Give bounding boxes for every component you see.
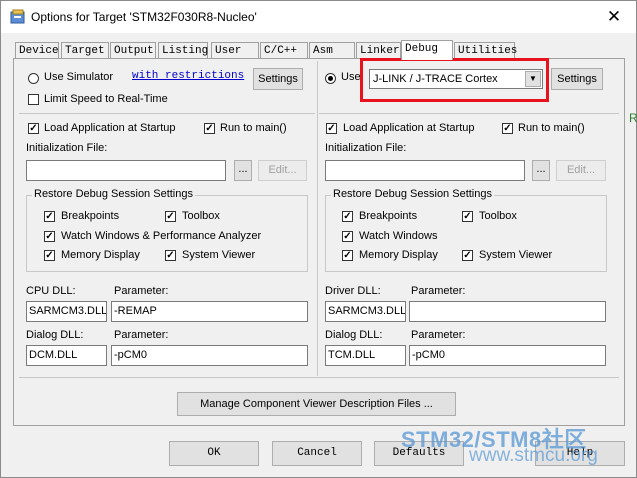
red-highlight-box xyxy=(360,58,549,102)
limit-speed-label: Limit Speed to Real-Time xyxy=(44,93,168,105)
left-breakpoints-checkbox[interactable]: ✓ xyxy=(44,211,55,222)
ok-button[interactable]: OK xyxy=(169,441,259,466)
left-dialog-dll-label: Dialog DLL: xyxy=(26,329,84,341)
driver-parameter-field[interactable] xyxy=(409,301,606,322)
left-dialog-parameter-field[interactable]: -pCM0 xyxy=(111,345,308,366)
right-load-app-label: Load Application at Startup xyxy=(343,122,475,134)
tab-utilities[interactable]: Utilities xyxy=(454,42,517,58)
left-dialog-dll-field[interactable]: DCM.DLL xyxy=(26,345,107,366)
left-init-file-input[interactable] xyxy=(26,160,226,181)
right-toolbox-checkbox[interactable]: ✓ xyxy=(462,211,473,222)
right-init-file-label: Initialization File: xyxy=(325,142,407,154)
left-load-app-label: Load Application at Startup xyxy=(44,122,176,134)
left-memory-checkbox[interactable]: ✓ xyxy=(44,250,55,261)
limit-speed-checkbox[interactable] xyxy=(28,94,39,105)
tab-asm[interactable]: Asm xyxy=(309,42,355,58)
right-edit-button[interactable]: Edit... xyxy=(556,160,606,181)
right-watch-label: Watch Windows xyxy=(359,230,438,242)
left-run-to-main-checkbox[interactable]: ✓ xyxy=(204,123,215,134)
right-breakpoints-label: Breakpoints xyxy=(359,210,418,222)
driver-dll-field[interactable]: SARMCM3.DLL xyxy=(325,301,406,322)
manage-component-viewer-button[interactable]: Manage Component Viewer Description File… xyxy=(177,392,456,416)
left-restore-group-title: Restore Debug Session Settings xyxy=(32,188,195,200)
left-toolbox-checkbox[interactable]: ✓ xyxy=(165,211,176,222)
right-browse-button[interactable]: ... xyxy=(532,160,550,181)
left-system-viewer-checkbox[interactable]: ✓ xyxy=(165,250,176,261)
simulator-settings-button[interactable]: Settings xyxy=(253,68,303,90)
right-restore-group-title: Restore Debug Session Settings xyxy=(331,188,494,200)
left-browse-button[interactable]: ... xyxy=(234,160,252,181)
right-breakpoints-checkbox[interactable]: ✓ xyxy=(342,211,353,222)
tab-linker[interactable]: Linker xyxy=(356,42,401,58)
background-text-fragment: R xyxy=(629,111,637,125)
left-init-file-label: Initialization File: xyxy=(26,142,108,154)
watermark-line2: www.stmcu.org xyxy=(469,445,598,466)
right-toolbox-label: Toolbox xyxy=(479,210,517,222)
tab-debug[interactable]: Debug xyxy=(401,40,453,60)
left-memory-label: Memory Display xyxy=(61,249,140,261)
right-watch-checkbox[interactable]: ✓ xyxy=(342,231,353,242)
keil-app-icon xyxy=(10,9,25,24)
right-dialog-parameter-label: Parameter: xyxy=(411,329,466,341)
left-watch-label: Watch Windows & Performance Analyzer xyxy=(61,230,262,242)
window-title: Options for Target 'STM32F030R8-Nucleo' xyxy=(31,10,257,24)
left-top-divider xyxy=(19,113,315,114)
right-top-divider xyxy=(319,113,619,114)
left-run-to-main-label: Run to main() xyxy=(220,122,287,134)
left-breakpoints-label: Breakpoints xyxy=(61,210,120,222)
cpu-dll-field[interactable]: SARMCM3.DLL xyxy=(26,301,107,322)
left-system-viewer-label: System Viewer xyxy=(182,249,256,261)
tab-target[interactable]: Target xyxy=(61,42,109,58)
cpu-parameter-field[interactable]: -REMAP xyxy=(111,301,308,322)
driver-settings-button[interactable]: Settings xyxy=(551,68,603,90)
right-system-viewer-label: System Viewer xyxy=(479,249,553,261)
right-run-to-main-checkbox[interactable]: ✓ xyxy=(502,123,513,134)
tab-output[interactable]: Output xyxy=(110,42,156,58)
driver-parameter-label: Parameter: xyxy=(411,285,466,297)
use-simulator-radio[interactable] xyxy=(28,73,39,84)
right-load-app-checkbox[interactable]: ✓ xyxy=(326,123,337,134)
use-driver-radio[interactable] xyxy=(325,73,336,84)
right-memory-checkbox[interactable]: ✓ xyxy=(342,250,353,261)
tab-listing[interactable]: Listing xyxy=(158,42,208,58)
options-dialog: Options for Target 'STM32F030R8-Nucleo' … xyxy=(0,0,637,478)
left-watch-checkbox[interactable]: ✓ xyxy=(44,231,55,242)
right-dialog-dll-label: Dialog DLL: xyxy=(325,329,383,341)
column-divider xyxy=(317,61,318,376)
left-toolbox-label: Toolbox xyxy=(182,210,220,222)
tab-c-cpp[interactable]: C/C++ xyxy=(260,42,308,58)
driver-dll-label: Driver DLL: xyxy=(325,285,381,297)
right-dialog-dll-field[interactable]: TCM.DLL xyxy=(325,345,406,366)
title-bar: Options for Target 'STM32F030R8-Nucleo' … xyxy=(1,1,636,33)
right-system-viewer-checkbox[interactable]: ✓ xyxy=(462,250,473,261)
right-memory-label: Memory Display xyxy=(359,249,438,261)
tab-user[interactable]: User xyxy=(211,42,259,58)
left-load-app-checkbox[interactable]: ✓ xyxy=(28,123,39,134)
right-init-file-input[interactable] xyxy=(325,160,525,181)
right-run-to-main-label: Run to main() xyxy=(518,122,585,134)
right-dialog-parameter-field[interactable]: -pCM0 xyxy=(409,345,606,366)
tab-device[interactable]: Device xyxy=(15,42,59,58)
bottom-divider xyxy=(19,377,619,378)
left-edit-button[interactable]: Edit... xyxy=(258,160,307,181)
use-simulator-label: Use Simulator xyxy=(44,71,114,83)
with-restrictions-link[interactable]: with restrictions xyxy=(132,70,244,82)
cpu-parameter-label: Parameter: xyxy=(114,285,169,297)
cpu-dll-label: CPU DLL: xyxy=(26,285,76,297)
close-icon[interactable]: ✕ xyxy=(603,6,625,28)
cancel-button[interactable]: Cancel xyxy=(272,441,362,466)
left-dialog-parameter-label: Parameter: xyxy=(114,329,169,341)
